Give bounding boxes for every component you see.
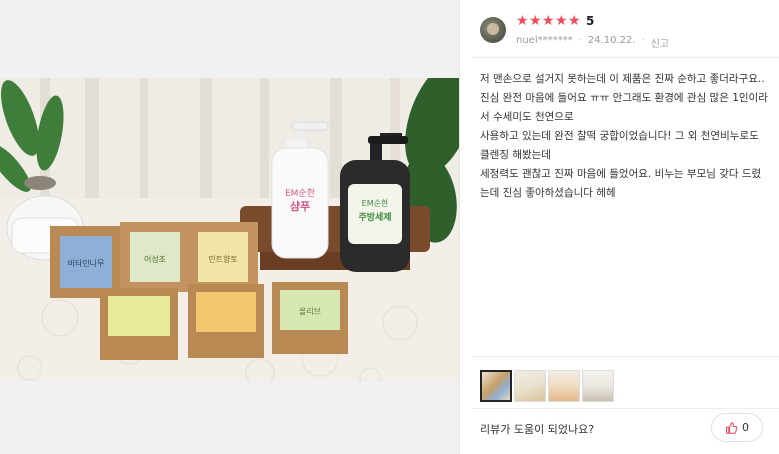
rating-stars: ★ ★ ★ ★ ★ 5 bbox=[516, 13, 595, 29]
like-count: 0 bbox=[742, 421, 749, 434]
svg-text:샴푸: 샴푸 bbox=[290, 200, 310, 213]
star-icon: ★ bbox=[555, 13, 568, 29]
review-paragraph: 세정력도 괜찮고 진짜 마음에 들었어요. 비누는 부모님 갖다 드렸는데 진심… bbox=[480, 168, 762, 199]
review-panel: ★ ★ ★ ★ ★ 5 nuel******* · 24.10.22. · 신고… bbox=[460, 0, 779, 454]
reviewer-name: nuel******* bbox=[516, 35, 573, 46]
svg-text:주방세제: 주방세제 bbox=[358, 211, 391, 223]
review-body: 저 맨손으로 설거지 못하는데 이 제품은 진짜 순하고 좋더라구요.. 진심 … bbox=[480, 70, 770, 203]
body-divider bbox=[472, 356, 779, 357]
star-icon: ★ bbox=[542, 13, 555, 29]
star-icon: ★ bbox=[568, 13, 581, 29]
meta-separator: · bbox=[641, 35, 645, 46]
thumbs-up-icon bbox=[725, 421, 737, 434]
svg-text:비타민나무: 비타민나무 bbox=[68, 258, 105, 268]
rating-value: 5 bbox=[586, 14, 595, 28]
meta-separator: · bbox=[578, 35, 582, 46]
star-icon: ★ bbox=[516, 13, 529, 29]
review-paragraph: 저 맨손으로 설거지 못하는데 이 제품은 진짜 순하고 좋더라구요.. bbox=[480, 73, 765, 85]
product-photo-illustration: EM순한 샴푸 EM순한 주방세제 비타민나무 어성초 민트향토 올리브 bbox=[0, 78, 459, 382]
review-date: 24.10.22. bbox=[587, 35, 636, 46]
review-photo[interactable]: EM순한 샴푸 EM순한 주방세제 비타민나무 어성초 민트향토 올리브 bbox=[0, 78, 459, 382]
thumbnail-3[interactable] bbox=[548, 370, 580, 402]
review-paragraph: 사용하고 있는데 완전 찰떡 궁합이었습니다! 그 외 천연비누로도 클렌징 해… bbox=[480, 130, 759, 161]
review-paragraph: 진심 완전 마음에 들어요 ㅠㅠ 안그래도 환경에 관심 많은 1인이라서 수세… bbox=[480, 92, 768, 123]
review-header: ★ ★ ★ ★ ★ 5 nuel******* · 24.10.22. · 신고 bbox=[480, 13, 767, 51]
thumbnail-2[interactable] bbox=[514, 370, 546, 402]
review-meta: nuel******* · 24.10.22. · 신고 bbox=[516, 35, 669, 50]
thumbnail-strip bbox=[480, 370, 614, 402]
review-viewer: EM순한 샴푸 EM순한 주방세제 비타민나무 어성초 민트향토 올리브 ★ ★… bbox=[0, 0, 779, 454]
svg-text:EM순한: EM순한 bbox=[362, 199, 389, 208]
svg-text:민트향토: 민트향토 bbox=[208, 254, 237, 264]
star-icon: ★ bbox=[529, 13, 542, 29]
photo-pane: EM순한 샴푸 EM순한 주방세제 비타민나무 어성초 민트향토 올리브 bbox=[0, 0, 459, 454]
helpful-question: 리뷰가 도움이 되었나요? bbox=[480, 423, 595, 436]
svg-text:어성초: 어성초 bbox=[144, 254, 166, 264]
thumbnail-4[interactable] bbox=[582, 370, 614, 402]
like-button[interactable]: 0 bbox=[711, 413, 763, 442]
avatar[interactable] bbox=[480, 17, 506, 43]
shampoo-label: EM순한 bbox=[285, 188, 315, 199]
footer-divider bbox=[472, 408, 779, 409]
thumbnail-1[interactable] bbox=[480, 370, 512, 402]
header-divider bbox=[472, 57, 779, 58]
report-link[interactable]: 신고 bbox=[651, 35, 669, 50]
svg-text:올리브: 올리브 bbox=[299, 307, 321, 316]
